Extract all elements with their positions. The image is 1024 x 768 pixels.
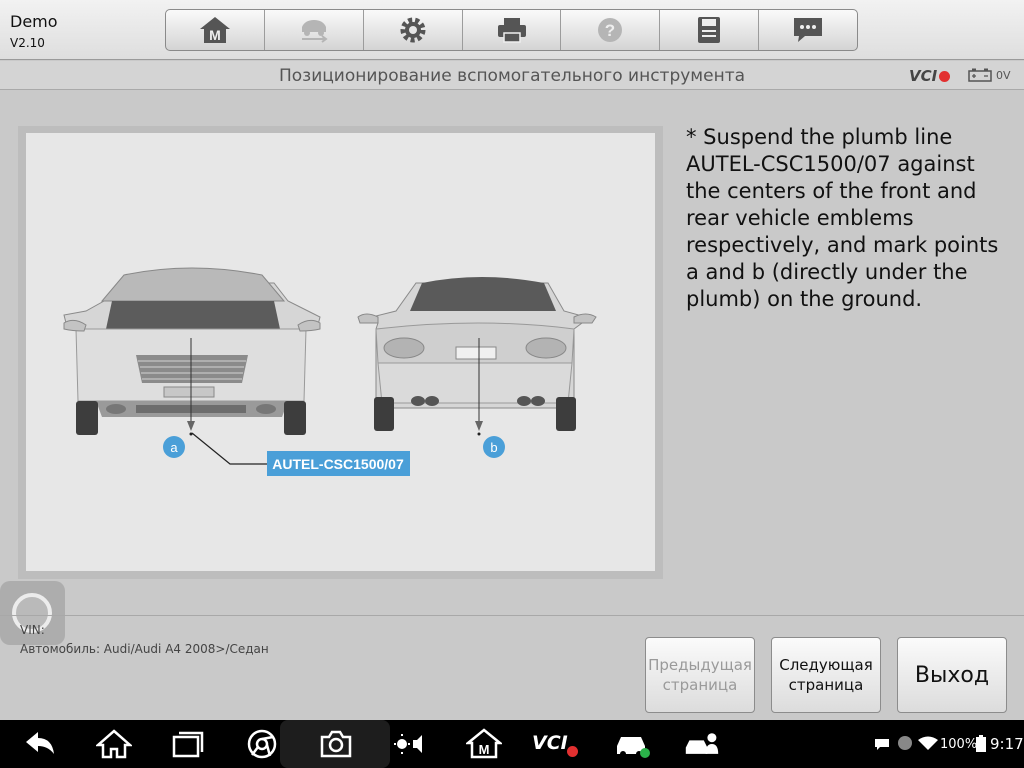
next-page-button[interactable]: Следующая страница xyxy=(771,637,881,713)
help-icon: ? xyxy=(598,18,623,42)
clock: 9:17 xyxy=(990,735,1024,753)
car-battery-icon xyxy=(968,68,992,82)
app-name: Demo xyxy=(10,12,58,31)
vci-nav-label[interactable]: VCI xyxy=(532,732,568,754)
bluetooth-status-icon xyxy=(898,736,912,750)
home-icon[interactable] xyxy=(96,728,132,760)
help-button[interactable]: ? xyxy=(561,10,661,50)
home-button[interactable]: M xyxy=(166,10,265,50)
svg-text:?: ? xyxy=(605,21,615,40)
next-page-label: Следующая страница xyxy=(779,656,873,694)
vci-status: VCI xyxy=(909,67,938,85)
battery-icon xyxy=(976,735,986,752)
back-icon[interactable] xyxy=(22,728,58,760)
camera-icon[interactable] xyxy=(318,728,354,760)
save-button[interactable] xyxy=(660,10,760,50)
app-version: V2.10 xyxy=(10,36,45,50)
recent-apps-icon[interactable] xyxy=(170,728,206,760)
home-m-icon: M xyxy=(199,17,230,43)
vehicle-check-icon[interactable] xyxy=(614,728,650,760)
title-bar: Позиционирование вспомогательного инстру… xyxy=(0,61,1024,90)
page-title: Позиционирование вспомогательного инстру… xyxy=(278,66,746,86)
exit-label: Выход xyxy=(914,662,990,688)
vehicle-swap-icon xyxy=(301,20,328,43)
previous-page-button[interactable]: Предыдущая страница xyxy=(645,637,755,713)
callout-leader xyxy=(191,432,268,465)
feedback-button[interactable] xyxy=(759,10,857,50)
vci-disconnected-icon xyxy=(939,71,950,82)
exit-button[interactable]: Выход xyxy=(897,637,1007,713)
system-nav-bar: M VCI 100% 9:17 xyxy=(0,720,1024,768)
battery-percent: 100% xyxy=(940,737,978,752)
remote-expert-icon[interactable] xyxy=(684,728,720,760)
car-rear-view xyxy=(357,277,597,431)
chrome-icon[interactable] xyxy=(244,728,280,760)
vehicle-info: Автомобиль: Audi/Audi A4 2008>/Седан xyxy=(20,642,269,656)
vci-error-icon xyxy=(567,746,578,757)
svg-text:M: M xyxy=(479,742,490,757)
brightness-volume-icon[interactable] xyxy=(392,728,428,760)
top-bar: Demo V2.10 M ? xyxy=(0,0,1024,60)
instructions-text: * Suspend the plumb line AUTEL-CSC1500/0… xyxy=(686,125,999,311)
voltage-readout: 0V xyxy=(996,69,1011,82)
vehicle-swap-button[interactable] xyxy=(265,10,364,50)
chat-notification-icon xyxy=(875,739,889,750)
vin-label: VIN: xyxy=(20,623,45,637)
vehicle-diagram: a b AUTEL-CSC1500/07 xyxy=(63,267,597,476)
positioning-figure: a b AUTEL-CSC1500/07 xyxy=(26,133,655,571)
printer-icon xyxy=(497,18,526,43)
settings-button[interactable] xyxy=(364,10,463,50)
tool-label: AUTEL-CSC1500/07 xyxy=(272,456,404,472)
gear-icon xyxy=(400,17,426,43)
toolbar: M ? xyxy=(165,9,858,51)
message-icon xyxy=(794,18,823,42)
maxisys-home-icon[interactable]: M xyxy=(466,728,502,760)
footer-divider xyxy=(0,615,1024,616)
car-front-view xyxy=(63,267,321,435)
previous-page-label: Предыдущая страница xyxy=(648,656,752,694)
wifi-icon xyxy=(918,736,938,750)
svg-text:M: M xyxy=(209,27,221,43)
save-icon xyxy=(698,17,721,43)
print-button[interactable] xyxy=(463,10,562,50)
point-b-label: b xyxy=(490,440,497,455)
point-a-label: a xyxy=(170,440,178,455)
